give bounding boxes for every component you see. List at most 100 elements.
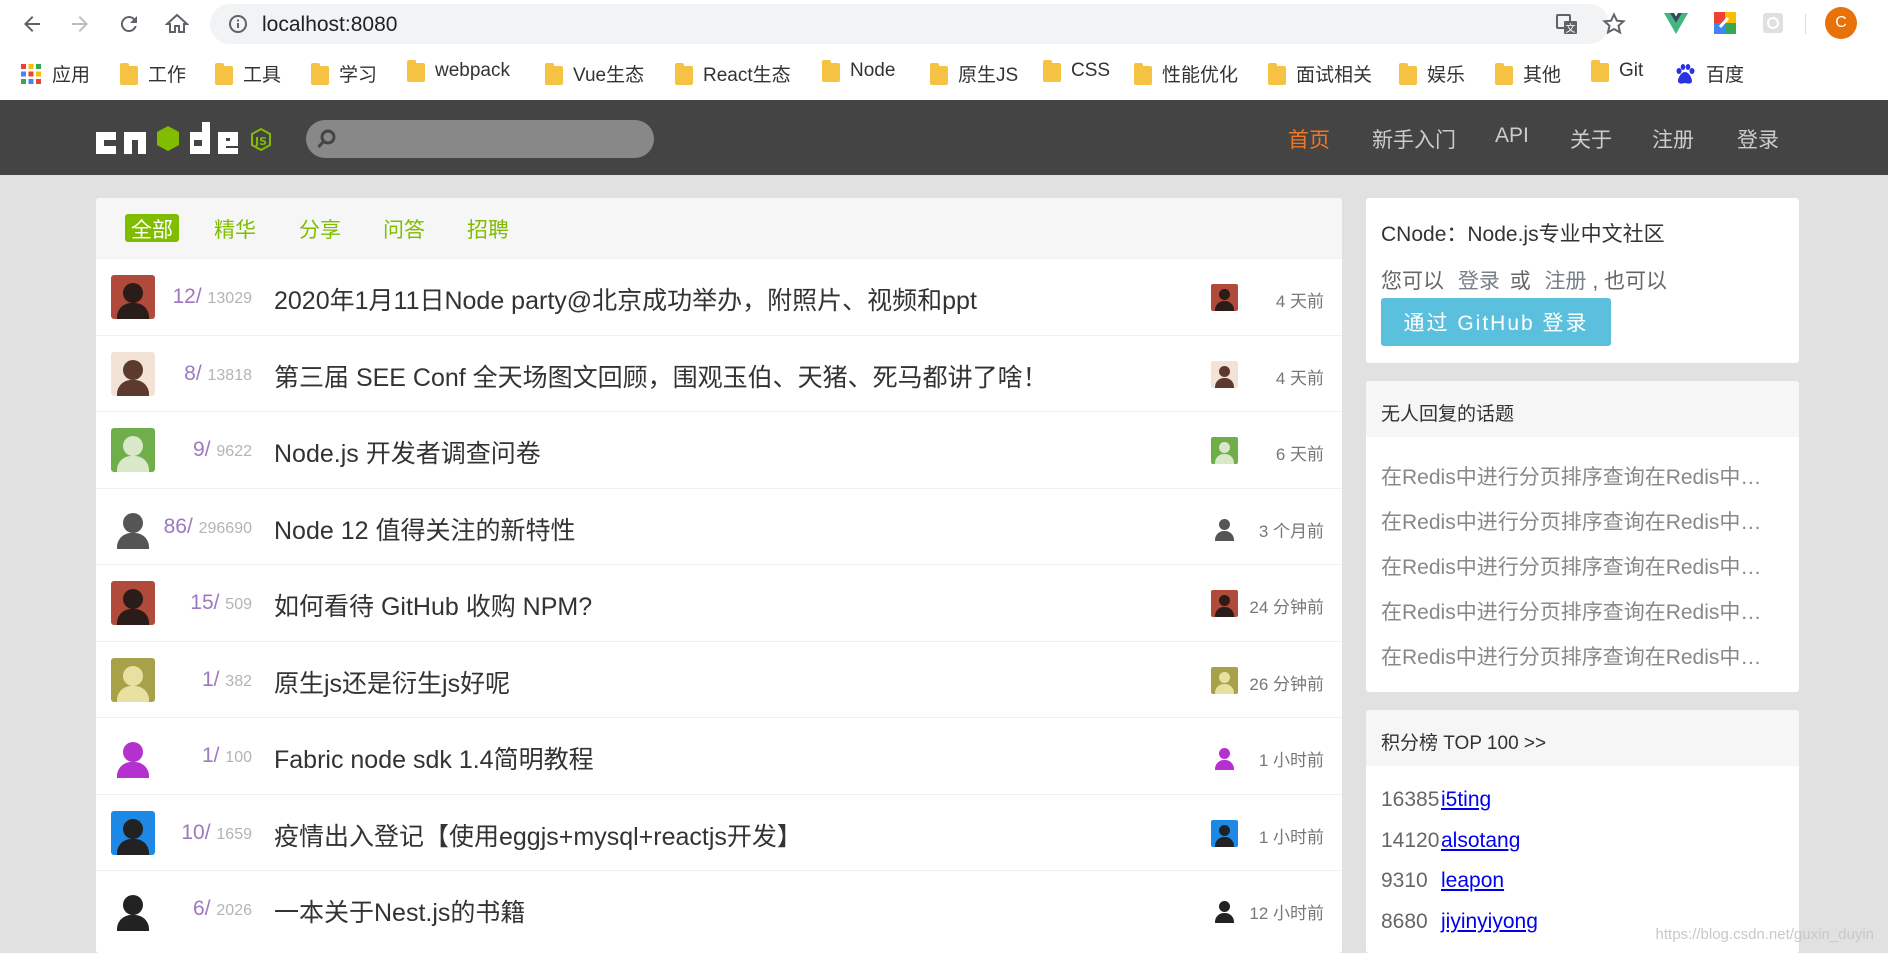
bookmark-folder[interactable]: 娱乐 <box>1399 60 1465 87</box>
topic-title-link[interactable]: 原生js还是衍生js好呢 <box>274 664 510 700</box>
topic-row[interactable]: 1/ 100 Fabric node sdk 1.4简明教程 1 小时前 <box>96 717 1342 793</box>
bookmark-folder[interactable]: 性能优化 <box>1134 60 1238 87</box>
author-avatar[interactable] <box>111 275 155 319</box>
author-avatar[interactable] <box>111 581 155 625</box>
last-reply-avatar[interactable] <box>1211 743 1238 770</box>
search-input[interactable] <box>306 120 654 158</box>
bookmark-folder[interactable]: webpack <box>407 60 510 82</box>
bookmark-folder[interactable]: Vue生态 <box>545 60 644 87</box>
tab-job[interactable]: 招聘 <box>467 214 509 242</box>
author-avatar[interactable] <box>111 657 155 702</box>
svg-text:JS: JS <box>254 135 267 148</box>
topic-row[interactable]: 86/ 296690 Node 12 值得关注的新特性 3 个月前 <box>96 487 1342 564</box>
last-reply-avatar[interactable] <box>1211 360 1238 388</box>
tab-good[interactable]: 精华 <box>214 214 256 242</box>
topic-row[interactable]: 10/ 1659 疫情出入登记【使用eggjs+mysql+reactjs开发】 1… <box>96 793 1342 870</box>
last-reply-avatar[interactable] <box>1211 284 1238 311</box>
no-reply-topic-link[interactable]: 在Redis中进行分页排序查询在Redis中进行分页排序查询 <box>1381 596 1781 626</box>
vue-devtools-icon[interactable] <box>1663 10 1689 36</box>
nav-about[interactable]: 关于 <box>1570 124 1612 154</box>
bookmark-apps[interactable]: 应用 <box>20 60 90 87</box>
bookmark-folder[interactable]: 其他 <box>1495 60 1561 87</box>
last-reply-avatar[interactable] <box>1211 590 1238 617</box>
topic-row[interactable]: 12/ 13029 2020年1月11日Node party@北京成功举办，附照片… <box>96 258 1342 334</box>
profile-avatar[interactable]: C <box>1825 7 1857 39</box>
home-button[interactable] <box>161 8 193 40</box>
topic-row[interactable]: 9/ 9622 Node.js 开发者调查问卷 6 天前 <box>96 411 1342 487</box>
author-avatar[interactable] <box>111 504 155 549</box>
nav-api[interactable]: API <box>1495 124 1529 148</box>
nav-login[interactable]: 登录 <box>1737 124 1779 154</box>
back-button[interactable] <box>16 8 48 40</box>
translate-icon[interactable]: 文 <box>1555 12 1579 41</box>
topic-title-link[interactable]: 一本关于Nest.js的书籍 <box>274 893 525 929</box>
nav-register[interactable]: 注册 <box>1652 124 1694 154</box>
bookmark-label: 应用 <box>52 65 91 86</box>
no-reply-topic-link[interactable]: 在Redis中进行分页排序查询在Redis中进行分页排序查询 <box>1381 551 1781 581</box>
last-reply-avatar[interactable] <box>1211 513 1238 541</box>
author-avatar[interactable] <box>111 428 155 472</box>
rank-user-link[interactable]: jiyinyiyong <box>1441 910 1538 934</box>
tab-all[interactable]: 全部 <box>125 214 179 242</box>
nav-home[interactable]: 首页 <box>1288 124 1330 154</box>
bookmark-folder[interactable]: CSS <box>1043 60 1110 82</box>
bookmark-folder[interactable]: Git <box>1591 60 1643 82</box>
tab-ask[interactable]: 问答 <box>383 214 425 242</box>
bookmark-label: 工作 <box>148 65 187 86</box>
no-reply-topic-link[interactable]: 在Redis中进行分页排序查询在Redis中进行分页排序查询 <box>1381 506 1781 536</box>
rank-score: 9310 <box>1381 869 1428 892</box>
last-reply-avatar[interactable] <box>1211 437 1238 464</box>
topic-title-link[interactable]: Node.js 开发者调查问卷 <box>274 434 541 470</box>
bookmark-folder[interactable]: 学习 <box>311 60 377 87</box>
no-reply-topic-link[interactable]: 在Redis中进行分页排序查询在Redis中进行分页排序查询 <box>1381 461 1781 491</box>
topic-title-link[interactable]: Node 12 值得关注的新特性 <box>274 511 575 547</box>
info-icon[interactable] <box>228 14 248 39</box>
github-login-button[interactable]: 通过 GitHub 登录 <box>1381 298 1611 346</box>
bookmark-folder[interactable]: Node <box>822 60 895 82</box>
tab-share[interactable]: 分享 <box>299 214 341 242</box>
topic-row[interactable]: 15/ 509 如何看待 GitHub 收购 NPM? 24 分钟前 <box>96 564 1342 640</box>
bookmark-label: 工具 <box>243 65 282 86</box>
bookmarks-bar: 应用 工作 工具 学习 webpack Vue生态 React生态 Node 原… <box>0 54 1888 94</box>
topic-title-link[interactable]: 如何看待 GitHub 收购 NPM? <box>274 587 592 623</box>
forward-button[interactable] <box>64 8 96 40</box>
topic-title-link[interactable]: Fabric node sdk 1.4简明教程 <box>274 740 594 776</box>
last-reply-avatar[interactable] <box>1211 666 1238 694</box>
extension-colorful-icon[interactable] <box>1712 10 1738 36</box>
topic-row[interactable]: 6/ 2026 一本关于Nest.js的书籍 12 小时前 <box>96 870 1342 946</box>
last-reply-avatar[interactable] <box>1211 896 1238 923</box>
rank-user-link[interactable]: i5ting <box>1441 788 1491 812</box>
bookmark-folder[interactable]: 原生JS <box>930 60 1018 87</box>
star-icon[interactable] <box>1602 12 1626 41</box>
author-avatar[interactable] <box>111 810 155 855</box>
rank-user-link[interactable]: alsotang <box>1441 829 1520 853</box>
bookmark-folder[interactable]: 工作 <box>120 60 186 87</box>
rank-score: 14120 <box>1381 829 1440 852</box>
author-avatar[interactable] <box>111 351 155 396</box>
last-reply-avatar[interactable] <box>1211 819 1238 847</box>
rank-title[interactable]: 积分榜 TOP 100 >> <box>1366 710 1799 766</box>
no-reply-topic-link[interactable]: 在Redis中进行分页排序查询在Redis中进行分页排序查询 <box>1381 641 1781 671</box>
bookmark-folder[interactable]: 面试相关 <box>1268 60 1372 87</box>
bookmark-folder[interactable]: 工具 <box>215 60 281 87</box>
author-avatar[interactable] <box>111 887 155 931</box>
folder-icon <box>822 60 840 82</box>
nav-getstart[interactable]: 新手入门 <box>1372 124 1456 154</box>
rank-user-link[interactable]: leapon <box>1441 869 1504 893</box>
url-text[interactable]: localhost:8080 <box>262 13 397 37</box>
reply-count: 6 <box>193 897 205 920</box>
cnode-logo[interactable]: JS <box>94 114 280 165</box>
address-bar[interactable]: localhost:8080 文 <box>210 4 1626 44</box>
extension-grey-icon[interactable] <box>1760 10 1786 36</box>
bookmark-baidu[interactable]: 百度 <box>1674 60 1744 87</box>
topic-row[interactable]: 1/ 382 原生js还是衍生js好呢 26 分钟前 <box>96 640 1342 717</box>
topic-row[interactable]: 8/ 13818 第三届 SEE Conf 全天场图文回顾，围观玉伯、天猪、死马都… <box>96 334 1342 411</box>
author-avatar[interactable] <box>111 734 155 778</box>
topic-title-link[interactable]: 2020年1月11日Node party@北京成功举办，附照片、视频和ppt <box>274 281 977 317</box>
login-link[interactable]: 登录 <box>1458 270 1500 293</box>
topic-title-link[interactable]: 第三届 SEE Conf 全天场图文回顾，围观玉伯、天猪、死马都讲了啥！ <box>274 358 1048 394</box>
register-link[interactable]: 注册 <box>1545 270 1587 293</box>
topic-title-link[interactable]: 疫情出入登记【使用eggjs+mysql+reactjs开发】 <box>274 817 802 853</box>
bookmark-folder[interactable]: React生态 <box>675 60 791 87</box>
reload-button[interactable] <box>113 8 145 40</box>
